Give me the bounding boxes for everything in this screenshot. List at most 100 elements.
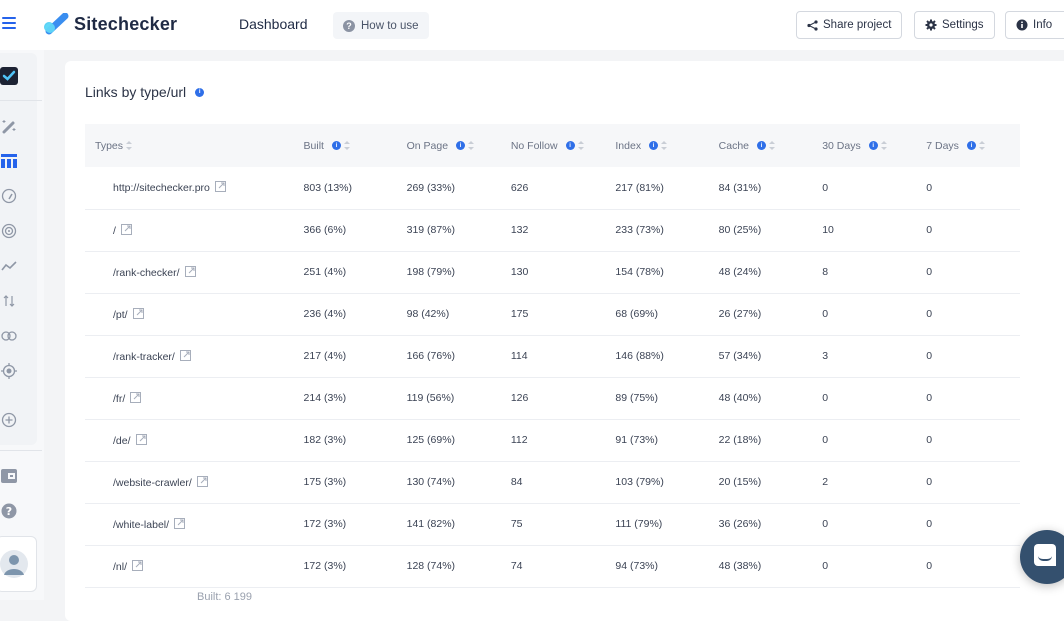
url-link[interactable]: /nl/ [113,561,127,573]
table-row: http://sitechecker.pro 803 (13%) 269 (33%)… [85,167,1020,209]
how-to-use-button[interactable]: ? How to use [333,12,429,39]
sort-icon[interactable] [661,141,668,151]
url-link[interactable]: /de/ [113,435,131,447]
cell-index: 146 (88%) [615,350,664,362]
url-link[interactable]: /pt/ [113,309,128,321]
url-link[interactable]: /rank-tracker/ [113,351,175,363]
table-grid-icon[interactable] [0,152,18,170]
column-header-7-days[interactable]: 7 Days i [916,124,1020,167]
brand-name: Sitechecker [74,13,178,34]
wallet-icon[interactable] [0,467,18,485]
cell-cache: 84 (31%) [718,181,762,194]
cell-d30: 3 [822,350,829,362]
cell-d7: 0 [926,266,933,278]
info-icon[interactable]: i [966,141,976,151]
menu-icon[interactable] [2,17,16,31]
table-row: /white-label/172 (3%) 141 (82%) 75 111 (79%… [85,503,1020,545]
cell-d30: 0 [822,308,829,320]
external-link-icon[interactable] [132,559,144,571]
url-link[interactable]: http://sitechecker.pro [113,182,210,194]
settings-button[interactable]: Settings [914,11,995,39]
link-icon[interactable] [0,327,18,345]
cell-on-page: 166 (76%) [406,350,456,362]
card-title-text: Links by type/url [85,84,187,100]
trend-line-icon[interactable] [0,257,18,275]
column-header-cache[interactable]: Cache i [709,124,813,167]
sort-icon[interactable] [343,141,350,151]
cell-d7: 0 [926,392,933,404]
info-icon[interactable]: i [757,141,767,151]
project-check-icon[interactable] [0,67,18,85]
cell-d30: 2 [822,476,829,488]
cell-index: 91 (73%) [615,434,658,446]
column-header-index[interactable]: Index i [605,124,708,167]
top-bar: Sitechecker Dashboard ? How to use Share… [0,0,1064,50]
sort-icon[interactable] [978,141,985,151]
sort-arrows-icon[interactable] [0,292,18,310]
cell-d7: 0 [926,518,933,530]
column-header-built[interactable]: Built i [294,124,397,167]
cell-d7: 0 [926,560,933,572]
sort-icon[interactable] [126,141,133,151]
cell-no-follow: 84 [510,476,523,488]
info-icon[interactable]: i [868,141,878,151]
cell-d30: 0 [822,434,829,446]
cell-d30: 10 [822,224,834,236]
url-link[interactable]: /fr/ [113,393,125,405]
help-icon[interactable]: ? [0,502,18,520]
column-header-no-follow[interactable]: No Follow i [501,124,606,167]
cell-on-page: 125 (69%) [406,434,456,446]
sort-icon[interactable] [577,141,584,151]
cell-no-follow: 74 [510,560,523,572]
url-link[interactable]: /rank-checker/ [113,267,180,279]
add-circle-icon[interactable] [0,411,18,429]
sort-icon[interactable] [880,141,887,151]
info-icon[interactable]: i [565,141,575,151]
url-link[interactable]: / [113,225,116,237]
sort-icon[interactable] [468,141,475,151]
share-project-button[interactable]: Share project [796,11,903,39]
radar-icon[interactable] [0,222,18,240]
column-header-30-days[interactable]: 30 Days i [812,124,916,167]
info-icon[interactable]: i [649,141,659,151]
cell-no-follow: 112 [510,434,528,446]
cell-index: 89 (75%) [615,392,658,404]
sidebar-divider [0,450,42,451]
type-cell: /pt/ [85,293,294,335]
column-header-on-page[interactable]: On Page i [397,124,501,167]
info-icon[interactable]: i [456,141,466,151]
cell-cache: 57 (34%) [718,350,762,362]
cell-on-page: 98 (42%) [406,308,450,320]
column-header-types[interactable]: Types [85,124,294,167]
cell-index: 68 (69%) [615,308,658,320]
sort-icon[interactable] [769,141,776,151]
logo[interactable]: Sitechecker [43,13,177,35]
external-link-icon[interactable] [130,391,142,403]
external-link-icon[interactable] [184,265,196,277]
external-link-icon[interactable] [135,433,147,445]
info-icon[interactable]: i [331,141,341,151]
cell-on-page: 198 (79%) [406,266,456,278]
type-cell: http://sitechecker.pro [85,167,294,209]
user-menu[interactable] [0,536,37,592]
cell-built: 366 (6%) [303,224,347,236]
cell-index: 94 (73%) [615,560,658,572]
type-cell: /white-label/ [85,503,294,545]
external-link-icon[interactable] [132,307,144,319]
external-link-icon[interactable] [174,517,186,529]
info-icon[interactable]: i [195,87,205,97]
type-cell: /nl/ [85,545,294,587]
external-link-icon[interactable] [196,475,208,487]
external-link-icon[interactable] [214,181,226,193]
external-link-icon[interactable] [120,223,132,235]
info-button[interactable]: Info [1005,11,1064,39]
external-link-icon[interactable] [179,349,191,361]
target-icon[interactable] [0,362,18,380]
magic-wand-icon[interactable] [0,117,18,135]
type-cell: /rank-checker/ [85,251,294,293]
cell-no-follow: 130 [510,266,529,278]
url-link[interactable]: /white-label/ [113,519,169,531]
table-row: /website-crawler/175 (3%) 130 (74%) 84 103 … [85,461,1020,503]
speedometer-icon[interactable] [0,187,18,205]
url-link[interactable]: /website-crawler/ [113,477,192,489]
